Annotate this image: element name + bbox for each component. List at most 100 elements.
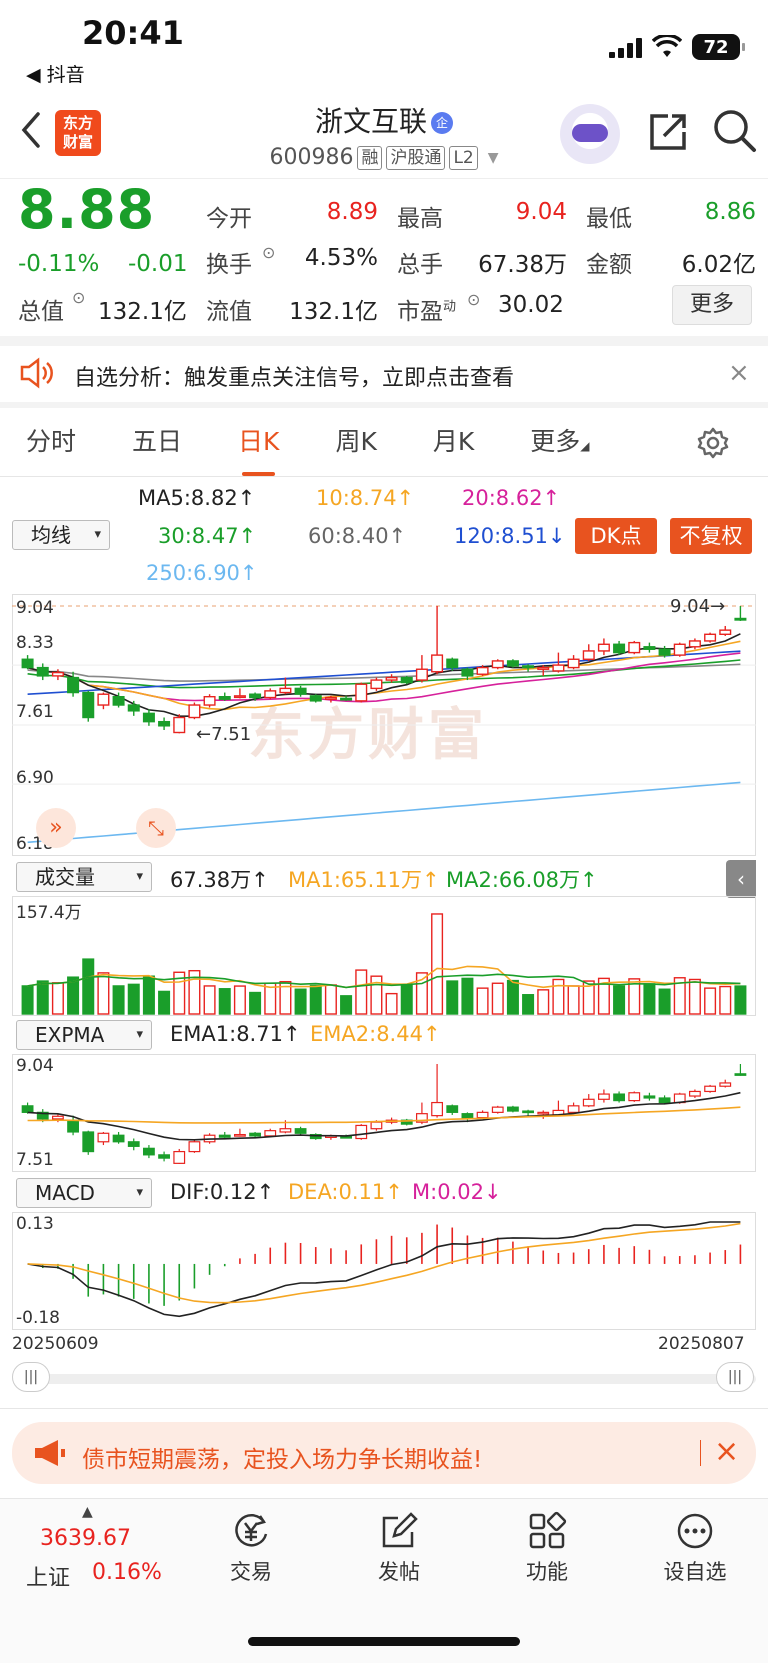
info-icon[interactable]: ⊙ <box>72 288 85 307</box>
share-icon[interactable] <box>646 110 690 154</box>
expma-candle-body <box>370 1121 383 1130</box>
tab-weekly-k[interactable]: 周K <box>335 422 376 458</box>
no-adjust-button[interactable]: 不复权 <box>670 518 752 554</box>
volume-bar <box>522 994 535 1015</box>
volume-bar <box>249 991 262 1015</box>
pe-value: 30.02 <box>498 292 564 318</box>
expma-candle-body <box>719 1082 732 1087</box>
tab-intraday[interactable]: 分时 <box>26 422 76 458</box>
close-icon[interactable]: × <box>728 358 750 388</box>
nav-functions-label: 功能 <box>526 1560 568 1584</box>
macd-dif: DIF:0.12↑ <box>170 1180 275 1204</box>
candle-body <box>370 679 383 690</box>
volume-bar <box>385 992 398 1015</box>
expma-candle-body <box>476 1111 489 1119</box>
volume-bar <box>688 978 701 1015</box>
range-slider-track[interactable] <box>12 1374 756 1384</box>
nav-functions[interactable]: 功能 <box>492 1510 602 1586</box>
expma-candle-body <box>446 1105 459 1113</box>
notice-text[interactable]: 自选分析：触发重点关注信号，立即点击查看 <box>74 360 514 392</box>
candle-body <box>688 640 701 648</box>
dk-point-button[interactable]: DK点 <box>575 518 657 554</box>
volume-bar <box>400 984 413 1015</box>
expma-candle-body <box>734 1073 747 1076</box>
ema1-value: EMA1:8.71↑ <box>170 1022 301 1046</box>
index-value[interactable]: 3639.67 <box>40 1526 131 1551</box>
candle-body <box>158 720 171 727</box>
candle-body <box>173 716 186 734</box>
expma-candle-body <box>158 1154 170 1159</box>
candle-body <box>628 641 641 654</box>
macd-chart[interactable] <box>12 1212 756 1330</box>
volume-bar <box>97 972 110 1015</box>
candle-body <box>522 665 535 669</box>
nav-add-watchlist[interactable]: 设自选 <box>640 1510 750 1586</box>
more-dots-icon <box>677 1513 713 1549</box>
change-percent: -0.11% <box>18 251 100 277</box>
volume-bar <box>158 990 171 1015</box>
back-to-app-link[interactable]: ◀ 抖音 <box>26 60 85 87</box>
pe-label: 市盈动 <box>397 299 457 325</box>
ma20-value: 20:8.62↑ <box>462 486 561 510</box>
range-slider-right-handle[interactable]: ||| <box>716 1362 754 1392</box>
expma-candle-body <box>264 1130 277 1137</box>
expma-candle-body <box>52 1115 64 1120</box>
candle-body <box>127 704 140 712</box>
expma-candle-body <box>188 1141 201 1153</box>
expma-chart[interactable] <box>12 1054 756 1172</box>
expma-selector[interactable]: EXPMA <box>16 1020 152 1050</box>
candle-body <box>567 658 580 669</box>
candle-body <box>309 695 322 702</box>
home-indicator[interactable] <box>248 1637 520 1646</box>
volume-bar <box>476 987 489 1015</box>
index-name[interactable]: 上证 <box>26 1560 70 1592</box>
expma-candle-body <box>234 1133 246 1137</box>
banner-text[interactable]: 债市短期震荡，定投入场力争长期收益! <box>82 1440 482 1474</box>
candle-body <box>324 696 337 700</box>
collapse-side-icon[interactable]: ‹ <box>726 860 756 898</box>
search-icon[interactable] <box>712 108 758 154</box>
info-icon[interactable]: ⊙ <box>467 290 480 309</box>
range-slider-left-handle[interactable]: ||| <box>12 1362 50 1392</box>
ma10-value: 10:8.74↑ <box>316 486 415 510</box>
tab-more[interactable]: 更多◢ <box>530 422 589 458</box>
volume-ma1: MA1:65.11万↑ <box>288 868 440 892</box>
ma-selector[interactable]: 均线 <box>12 520 110 550</box>
expma-candle-body <box>689 1090 701 1097</box>
nav-trade[interactable]: 交易 <box>196 1510 306 1586</box>
candle-body <box>355 683 368 702</box>
tab-five-day[interactable]: 五日 <box>132 422 182 458</box>
kline-chart[interactable] <box>12 594 756 856</box>
candle-body <box>264 690 277 699</box>
yen-exchange-icon <box>235 1514 268 1547</box>
nav-post[interactable]: 发帖 <box>344 1510 454 1586</box>
info-icon[interactable]: ⊙ <box>262 243 275 262</box>
volume-bar <box>36 980 49 1015</box>
fullscreen-icon[interactable]: ⤡ <box>136 808 176 848</box>
tab-monthly-k[interactable]: 月K <box>433 422 474 458</box>
more-button[interactable]: 更多 <box>672 285 752 325</box>
gear-icon[interactable] <box>696 426 730 460</box>
volume-selector[interactable]: 成交量 <box>16 862 152 892</box>
ai-assistant-avatar[interactable] <box>560 104 620 164</box>
tab-daily-k[interactable]: 日K <box>238 422 279 476</box>
expand-arrows-icon[interactable]: » <box>36 808 76 848</box>
close-icon[interactable]: × <box>714 1434 739 1469</box>
candle-body <box>597 643 610 652</box>
chevron-down-icon[interactable]: ▼ <box>488 150 499 166</box>
candle-body <box>673 643 686 656</box>
y-label-2: 8.33 <box>16 633 54 653</box>
candle-body <box>719 629 732 635</box>
candle-body <box>188 704 201 719</box>
candle-body <box>491 660 504 669</box>
candle-body <box>431 654 444 673</box>
candle-body <box>582 650 595 660</box>
candle-body <box>218 696 231 700</box>
wifi-icon <box>652 35 682 57</box>
ema2-value: EMA2:8.44↑ <box>310 1022 441 1046</box>
ma5-value: MA5:8.82↑ <box>138 486 256 510</box>
macd-selector[interactable]: MACD <box>16 1178 152 1208</box>
expma-candle-body <box>143 1147 155 1156</box>
index-change[interactable]: 0.16% <box>92 1560 162 1585</box>
volume-chart[interactable] <box>12 896 756 1016</box>
